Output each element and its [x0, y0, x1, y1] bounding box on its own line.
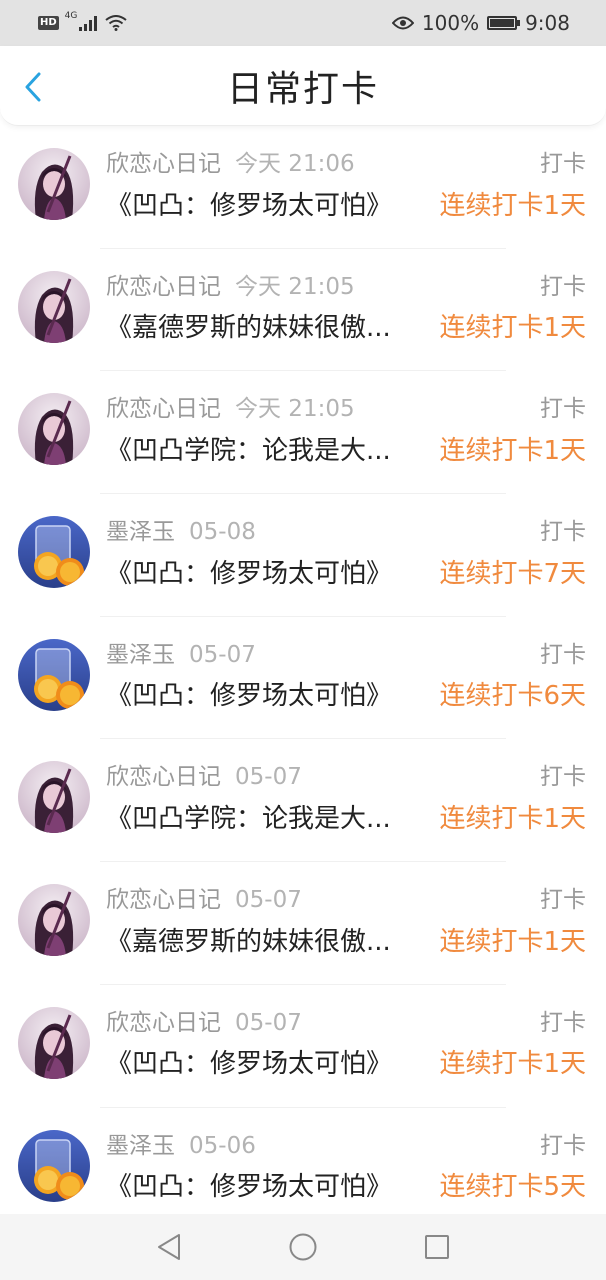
post-time: 今天 21:06 — [235, 151, 355, 177]
streak-label: 连续打卡7天 — [439, 558, 586, 589]
circle-home-icon — [289, 1233, 317, 1261]
checkin-tag: 打卡 — [540, 1009, 586, 1036]
wifi-icon — [105, 15, 127, 31]
book-title[interactable]: 《凹凸：修罗场太可怕》 — [106, 1043, 392, 1080]
checkin-tag: 打卡 — [540, 396, 586, 423]
system-nav-bar — [0, 1214, 606, 1280]
list-item[interactable]: 欣恋心日记 05-07 打卡 《凹凸学院：论我是大... 连续打卡1天 — [0, 739, 606, 863]
book-title[interactable]: 《凹凸：修罗场太可怕》 — [106, 675, 392, 712]
avatar[interactable] — [18, 270, 90, 343]
avatar[interactable] — [18, 393, 90, 466]
user-name[interactable]: 墨泽玉 — [106, 642, 175, 668]
user-name[interactable]: 欣恋心日记 — [106, 151, 221, 177]
checkin-tag: 打卡 — [540, 273, 586, 300]
post-time: 05-07 — [235, 887, 302, 914]
post-time: 今天 21:05 — [235, 273, 355, 300]
back-button[interactable] — [18, 72, 48, 102]
nav-recents-button[interactable] — [417, 1227, 457, 1267]
post-time: 05-08 — [189, 519, 256, 546]
nav-back-button[interactable] — [149, 1227, 189, 1267]
list-item[interactable]: 欣恋心日记 今天 21:06 打卡 《凹凸：修罗场太可怕》 连续打卡1天 — [0, 126, 606, 249]
checkin-tag: 打卡 — [540, 641, 586, 668]
battery-percent: 100% — [421, 11, 480, 35]
book-title[interactable]: 《凹凸：修罗场太可怕》 — [106, 185, 392, 222]
user-name[interactable]: 欣恋心日记 — [106, 274, 221, 300]
post-time: 05-07 — [235, 1009, 302, 1036]
eye-icon — [391, 16, 414, 30]
avatar[interactable] — [18, 638, 90, 711]
hd-icon: HD — [38, 16, 59, 30]
page-title: 日常打卡 — [226, 68, 379, 110]
user-name[interactable]: 欣恋心日记 — [106, 396, 221, 422]
post-time: 05-07 — [189, 641, 256, 668]
nav-home-button[interactable] — [283, 1227, 323, 1267]
streak-label: 连续打卡1天 — [439, 190, 586, 221]
list-item[interactable]: 墨泽玉 05-08 打卡 《凹凸：修罗场太可怕》 连续打卡7天 — [0, 494, 606, 617]
checkin-tag: 打卡 — [540, 1132, 586, 1159]
streak-label: 连续打卡1天 — [439, 1049, 586, 1080]
chevron-left-icon — [25, 72, 41, 102]
book-title[interactable]: 《凹凸：修罗场太可怕》 — [106, 1166, 392, 1203]
streak-label: 连续打卡1天 — [439, 435, 586, 466]
list-item[interactable]: 欣恋心日记 今天 21:05 打卡 《凹凸学院：论我是大... 连续打卡1天 — [0, 371, 606, 495]
streak-label: 连续打卡1天 — [439, 926, 586, 957]
streak-label: 连续打卡6天 — [439, 681, 586, 712]
streak-label: 连续打卡1天 — [439, 313, 586, 344]
square-recents-icon — [425, 1235, 449, 1259]
avatar[interactable] — [18, 761, 90, 834]
battery-icon — [487, 16, 521, 30]
header: 日常打卡 — [0, 46, 606, 126]
triangle-back-icon — [158, 1234, 180, 1260]
list-item[interactable]: 墨泽玉 05-06 打卡 《凹凸：修罗场太可怕》 连续打卡5天 — [0, 1108, 606, 1215]
book-title[interactable]: 《凹凸学院：论我是大... — [106, 430, 391, 467]
post-time: 05-06 — [189, 1132, 256, 1159]
book-title[interactable]: 《嘉德罗斯的妹妹很傲... — [106, 921, 391, 958]
book-title[interactable]: 《凹凸：修罗场太可怕》 — [106, 553, 392, 590]
streak-label: 连续打卡1天 — [439, 803, 586, 834]
list-item[interactable]: 欣恋心日记 05-07 打卡 《凹凸：修罗场太可怕》 连续打卡1天 — [0, 985, 606, 1108]
status-bar: HD 4G 100% 9:08 — [0, 0, 606, 46]
checkin-tag: 打卡 — [540, 764, 586, 791]
avatar[interactable] — [18, 1006, 90, 1079]
list-item[interactable]: 墨泽玉 05-07 打卡 《凹凸：修罗场太可怕》 连续打卡6天 — [0, 617, 606, 740]
checkin-tag: 打卡 — [540, 887, 586, 914]
book-title[interactable]: 《凹凸学院：论我是大... — [106, 798, 391, 835]
user-name[interactable]: 欣恋心日记 — [106, 1010, 221, 1036]
post-time: 05-07 — [235, 764, 302, 791]
user-name[interactable]: 欣恋心日记 — [106, 764, 221, 790]
clock: 9:08 — [525, 11, 570, 35]
list-item[interactable]: 欣恋心日记 今天 21:05 打卡 《嘉德罗斯的妹妹很傲... 连续打卡1天 — [0, 249, 606, 372]
post-time: 今天 21:05 — [235, 396, 355, 423]
user-name[interactable]: 欣恋心日记 — [106, 887, 221, 913]
list-item[interactable]: 欣恋心日记 05-07 打卡 《嘉德罗斯的妹妹很傲... 连续打卡1天 — [0, 862, 606, 985]
signal-icon — [79, 16, 98, 31]
avatar[interactable] — [18, 148, 90, 220]
user-name[interactable]: 墨泽玉 — [106, 519, 175, 545]
avatar[interactable] — [18, 1129, 90, 1202]
checkin-tag: 打卡 — [540, 519, 586, 546]
checkin-list[interactable]: 欣恋心日记 今天 21:06 打卡 《凹凸：修罗场太可怕》 连续打卡1天 欣恋心日… — [0, 126, 606, 1214]
avatar[interactable] — [18, 516, 90, 589]
streak-label: 连续打卡5天 — [439, 1172, 586, 1202]
network-type: 4G — [64, 11, 78, 21]
book-title[interactable]: 《嘉德罗斯的妹妹很傲... — [106, 307, 391, 344]
checkin-tag: 打卡 — [540, 151, 586, 177]
avatar[interactable] — [18, 884, 90, 957]
user-name[interactable]: 墨泽玉 — [106, 1133, 175, 1159]
